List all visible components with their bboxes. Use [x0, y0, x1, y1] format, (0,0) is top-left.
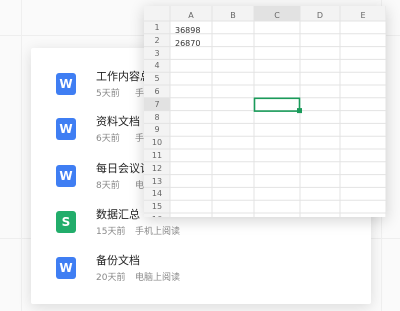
row-header-7[interactable]: 7: [144, 100, 170, 109]
row-header-15[interactable]: 15: [144, 202, 170, 211]
document-time: 6天前: [96, 134, 120, 144]
word-doc-icon: W: [56, 73, 76, 95]
column-header-a[interactable]: A: [170, 10, 212, 21]
document-title: 数据汇总: [96, 208, 140, 221]
document-item[interactable]: W 备份文档 20天前 电脑上阅读: [31, 252, 371, 296]
word-doc-icon: W: [56, 118, 76, 140]
column-header-d[interactable]: D: [300, 10, 340, 21]
document-time: 20天前: [96, 273, 126, 283]
row-header-5[interactable]: 5: [144, 74, 170, 83]
row-header-8[interactable]: 8: [144, 113, 170, 122]
row-header-13[interactable]: 13: [144, 177, 170, 186]
row-header-9[interactable]: 9: [144, 125, 170, 134]
document-time: 8天前: [96, 181, 120, 191]
spreadsheet-window: ABCDE 12345678910111213141516 36898 2687…: [144, 6, 386, 217]
column-header-e[interactable]: E: [340, 10, 386, 21]
row-header-12[interactable]: 12: [144, 164, 170, 173]
column-header-c[interactable]: C: [254, 10, 300, 21]
cell-a1[interactable]: 36898: [175, 26, 200, 35]
document-read-location: 电脑上阅读: [135, 273, 181, 283]
document-time: 5天前: [96, 89, 120, 99]
cell-a2[interactable]: 26870: [175, 39, 200, 48]
spreadsheet-grid[interactable]: [144, 6, 386, 217]
row-header-11[interactable]: 11: [144, 151, 170, 160]
document-time: 15天前: [96, 227, 126, 237]
word-doc-icon: W: [56, 257, 76, 279]
row-header-6[interactable]: 6: [144, 87, 170, 96]
row-header-2[interactable]: 2: [144, 36, 170, 45]
document-title: 资料文档: [96, 115, 140, 128]
row-header-10[interactable]: 10: [144, 138, 170, 147]
row-header-14[interactable]: 14: [144, 189, 170, 198]
sheet-doc-icon: S: [56, 211, 76, 233]
column-header-b[interactable]: B: [212, 10, 254, 21]
word-doc-icon: W: [56, 165, 76, 187]
row-header-4[interactable]: 4: [144, 61, 170, 70]
selected-cell-outline: [253, 97, 301, 112]
row-header-16[interactable]: 16: [144, 215, 170, 217]
row-header-1[interactable]: 1: [144, 23, 170, 32]
row-header-3[interactable]: 3: [144, 49, 170, 58]
document-read-location: 手机上阅读: [135, 227, 181, 237]
fill-handle: [297, 108, 302, 114]
document-title: 备份文档: [96, 254, 140, 267]
